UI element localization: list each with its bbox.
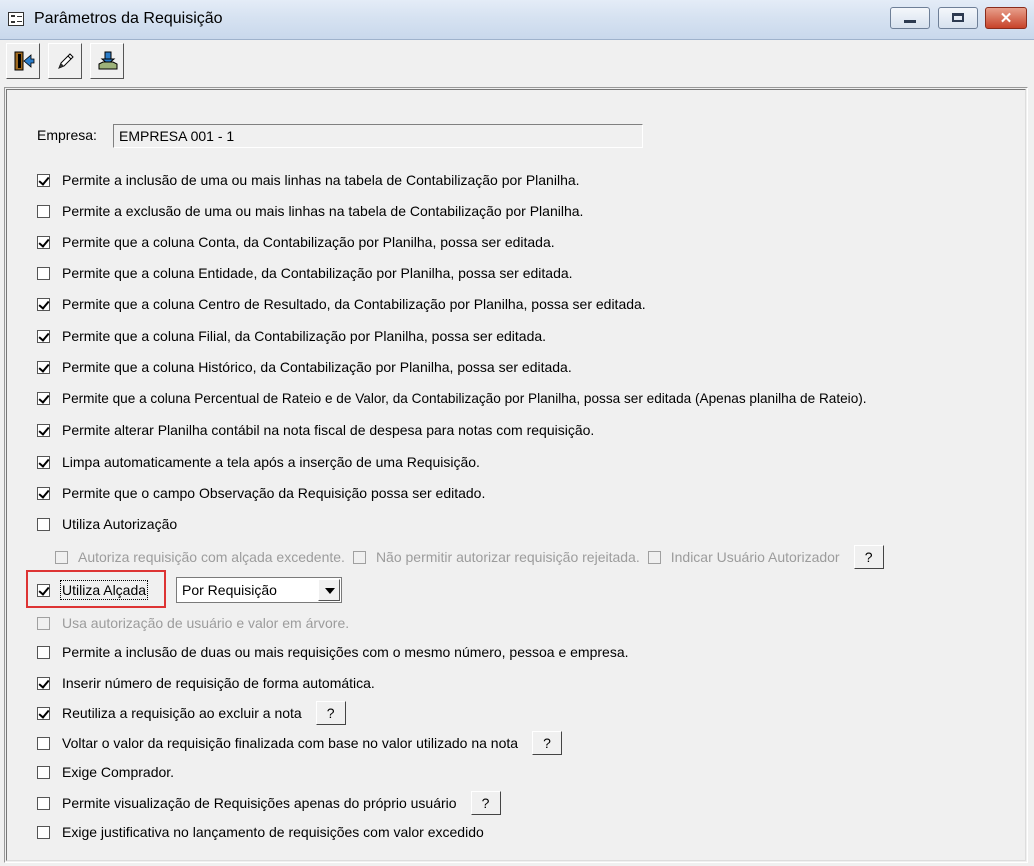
option-row[interactable]: Permite a inclusão de duas ou mais requi…	[37, 642, 629, 662]
checkbox[interactable]	[37, 423, 50, 437]
checkbox[interactable]	[37, 204, 50, 218]
checkbox[interactable]	[352, 550, 366, 564]
option-label: Autoriza requisição com alçada excedente…	[78, 549, 345, 565]
window-app-icon	[8, 12, 24, 26]
option-label: Indicar Usuário Autorizador	[670, 549, 840, 565]
option-label: Utiliza Autorização	[62, 516, 178, 532]
option-label: Permite que a coluna Histórico, da Conta…	[62, 359, 572, 375]
checkbox[interactable]	[37, 486, 50, 500]
toolbar	[0, 40, 1034, 84]
option-row[interactable]: Permite alterar Planilha contábil na not…	[37, 420, 594, 440]
save-button[interactable]	[90, 43, 124, 79]
checkbox[interactable]	[37, 360, 50, 374]
checkbox[interactable]	[37, 517, 50, 531]
option-row[interactable]: Permite que a coluna Centro de Resultado…	[37, 294, 646, 314]
checkbox[interactable]	[55, 550, 68, 564]
option-label: Inserir número de requisição de forma au…	[62, 675, 375, 691]
option-label: Permite a inclusão de duas ou mais requi…	[62, 644, 629, 660]
option-row-utiliza-alcada[interactable]: Utiliza Alçada	[37, 580, 149, 600]
option-label: Reutiliza a requisição ao excluir a nota	[62, 705, 302, 721]
option-label: Limpa automaticamente a tela após a inse…	[62, 454, 480, 470]
option-label: Permite que a coluna Centro de Resultado…	[62, 296, 646, 312]
option-row[interactable]: Exige Comprador.	[37, 762, 174, 782]
help-button[interactable]: ?	[470, 791, 501, 815]
option-row[interactable]: Inserir número de requisição de forma au…	[37, 673, 375, 693]
option-row-arvore: Usa autorização de usuário e valor em ár…	[37, 613, 349, 633]
checkbox[interactable]	[37, 297, 50, 311]
checkbox[interactable]	[37, 676, 50, 690]
option-row[interactable]: Permite que a coluna Filial, da Contabil…	[37, 326, 546, 346]
checkbox[interactable]	[37, 765, 50, 779]
option-label: Permite que a coluna Entidade, da Contab…	[62, 265, 573, 281]
empresa-field: EMPRESA 001 - 1	[113, 124, 643, 148]
checkbox[interactable]	[37, 329, 50, 343]
close-icon: ✕	[999, 10, 1013, 27]
chevron-down-icon[interactable]	[318, 579, 340, 601]
checkbox[interactable]	[37, 455, 50, 469]
option-label: Permite que a coluna Percentual de Ratei…	[62, 390, 867, 406]
option-label: Permite visualização de Requisições apen…	[62, 795, 457, 811]
help-button[interactable]: ?	[532, 731, 563, 755]
checkbox[interactable]	[647, 550, 661, 564]
maximize-button[interactable]	[938, 7, 978, 29]
option-label: Exige justificativa no lançamento de req…	[62, 824, 484, 840]
sub-option: Indicar Usuário Autorizador	[647, 549, 840, 565]
empresa-label: Empresa:	[37, 127, 97, 143]
checkbox[interactable]	[37, 173, 50, 187]
checkbox[interactable]	[37, 583, 50, 597]
close-button[interactable]: ✕	[985, 7, 1027, 29]
checkbox[interactable]	[37, 266, 50, 280]
option-row[interactable]: Permite que a coluna Entidade, da Contab…	[37, 263, 573, 283]
option-label: Voltar o valor da requisição finalizada …	[62, 735, 519, 751]
option-label: Utiliza Alçada	[59, 580, 149, 600]
option-label: Permite que o campo Observação da Requis…	[62, 485, 486, 501]
option-label: Permite que a coluna Filial, da Contabil…	[62, 328, 547, 344]
title-bar: Parâmetros da Requisição ✕	[0, 0, 1034, 40]
autorizacao-sub-row: Autoriza requisição com alçada excedente…	[55, 545, 884, 569]
help-button[interactable]: ?	[315, 701, 346, 725]
option-row[interactable]: Exige justificativa no lançamento de req…	[37, 822, 484, 842]
option-row[interactable]: Permite que o campo Observação da Requis…	[37, 483, 485, 503]
checkbox[interactable]	[37, 825, 50, 839]
option-label: Permite a exclusão de uma ou mais linhas…	[62, 203, 584, 219]
edit-button[interactable]	[48, 43, 82, 79]
sub-option: Não permitir autorizar requisição rejeit…	[352, 549, 640, 565]
alcada-select[interactable]: Por Requisição	[176, 577, 342, 603]
option-label: Permite a inclusão de uma ou mais linhas…	[62, 172, 580, 188]
help-button[interactable]: ?	[853, 545, 884, 569]
window-title: Parâmetros da Requisição	[34, 10, 223, 27]
pencil-icon	[58, 53, 74, 69]
option-label: Exige Comprador.	[62, 764, 175, 780]
checkbox[interactable]	[37, 736, 50, 750]
option-row[interactable]: Permite que a coluna Histórico, da Conta…	[37, 357, 572, 377]
checkbox[interactable]	[37, 235, 50, 249]
checkbox[interactable]	[37, 645, 50, 659]
checkbox[interactable]	[37, 391, 50, 405]
option-label: Permite alterar Planilha contábil na not…	[62, 422, 595, 438]
exit-button[interactable]	[6, 43, 40, 79]
option-row[interactable]: Reutiliza a requisição ao excluir a nota…	[37, 700, 346, 726]
option-row[interactable]: Permite visualização de Requisições apen…	[37, 790, 501, 816]
option-row[interactable]: Limpa automaticamente a tela após a inse…	[37, 452, 480, 472]
alcada-select-value: Por Requisição	[182, 582, 277, 598]
option-row[interactable]: Permite a inclusão de uma ou mais linhas…	[37, 170, 580, 190]
exit-door-icon	[14, 51, 35, 71]
option-label: Permite que a coluna Conta, da Contabili…	[62, 234, 555, 250]
checkbox[interactable]	[37, 616, 50, 630]
option-label: Usa autorização de usuário e valor em ár…	[62, 615, 350, 631]
checkbox[interactable]	[37, 796, 50, 810]
save-tray-icon	[98, 51, 118, 70]
checkbox[interactable]	[37, 706, 50, 720]
minimize-button[interactable]	[890, 7, 930, 29]
option-row[interactable]: Permite que a coluna Percentual de Ratei…	[37, 388, 867, 408]
option-row[interactable]: Permite a exclusão de uma ou mais linhas…	[37, 201, 583, 221]
option-row-utiliza-autorizacao[interactable]: Utiliza Autorização	[37, 514, 177, 534]
sub-option: Autoriza requisição com alçada excedente…	[55, 549, 345, 565]
option-label: Não permitir autorizar requisição rejeit…	[375, 549, 640, 565]
option-row[interactable]: Permite que a coluna Conta, da Contabili…	[37, 232, 555, 252]
option-row[interactable]: Voltar o valor da requisição finalizada …	[37, 730, 563, 756]
